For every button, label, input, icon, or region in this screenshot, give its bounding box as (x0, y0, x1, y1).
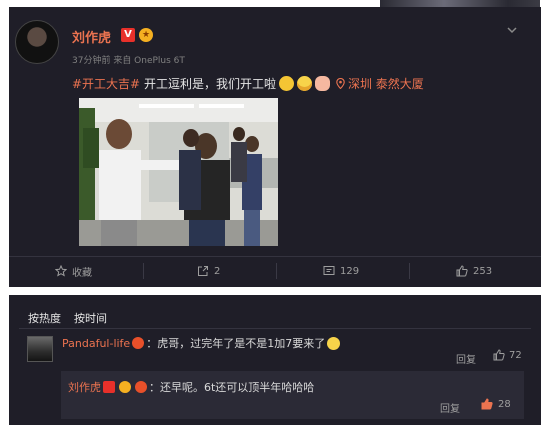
favorite-label: 收藏 (72, 267, 92, 279)
avatar[interactable] (27, 336, 53, 362)
thumbs-up-icon (493, 349, 505, 361)
thumbs-up-icon (481, 398, 493, 410)
star-icon (55, 265, 67, 277)
hashtag-link[interactable]: #开工大吉# (72, 77, 140, 91)
sub-reply-item: 刘作虎 ：还早呢。6t还可以顶半年哈哈哈 (68, 379, 314, 395)
chevron-down-icon[interactable] (506, 24, 518, 36)
like-count: 253 (473, 265, 493, 277)
emoji-icon (296, 76, 312, 91)
comment-count: 129 (340, 265, 360, 277)
divider (276, 263, 277, 279)
comment-like-button[interactable]: 72 (493, 349, 522, 361)
thumbs-up-icon (456, 265, 468, 277)
favorite-button[interactable]: 收藏 (55, 256, 92, 286)
badge-icon (132, 337, 145, 349)
sort-by-time-tab[interactable]: 按时间 (74, 310, 107, 326)
member-badge-icon (119, 381, 131, 393)
sub-reply-like-count: 28 (498, 398, 511, 410)
post-actions: 收藏 2 129 253 (9, 256, 541, 286)
sub-reply-username[interactable]: 刘作虎 (68, 381, 101, 394)
post-text: #开工大吉# 开工逗利是，我们开工啦 深圳 泰然大厦 (72, 75, 424, 92)
emoji-icon (314, 76, 330, 91)
comment-like-count: 72 (509, 349, 522, 361)
reply-button[interactable]: 回复 (456, 351, 476, 366)
sort-by-hot-tab[interactable]: 按热度 (28, 310, 61, 326)
location-pin-icon (336, 77, 345, 90)
like-button[interactable]: 253 (456, 256, 492, 286)
comment-icon (323, 266, 335, 275)
emoji-icon (327, 337, 341, 350)
share-icon (198, 266, 208, 276)
comment-username[interactable]: Pandaful-life (62, 337, 130, 350)
post-username[interactable]: 刘作虎 (72, 27, 111, 46)
post-body: 开工逗利是，我们开工啦 (140, 77, 276, 91)
location-link[interactable]: 深圳 泰然大厦 (336, 77, 424, 91)
divider (409, 263, 410, 279)
emoji-icon (278, 76, 294, 91)
comment-item: Pandaful-life ：虎哥，过完年了是不是1加7要来了 (62, 335, 341, 351)
badge-icon (135, 381, 147, 393)
sub-reply-like-button[interactable]: 28 (481, 398, 511, 410)
comment-button[interactable]: 129 (323, 256, 359, 286)
verified-icon: V (121, 28, 135, 42)
member-badge-icon: ★ (139, 28, 153, 42)
verified-icon (103, 381, 115, 393)
comment-text: ：虎哥，过完年了是不是1加7要来了 (146, 337, 326, 350)
share-button[interactable]: 2 (197, 256, 220, 286)
sub-reply-text: ：还早呢。6t还可以顶半年哈哈哈 (149, 381, 315, 394)
post-photo[interactable] (79, 98, 278, 246)
divider (143, 263, 144, 279)
avatar[interactable] (15, 20, 59, 64)
post-meta: 37分钟前 来自 OnePlus 6T (72, 56, 185, 66)
share-count: 2 (214, 265, 221, 277)
divider (19, 328, 531, 329)
reply-button[interactable]: 回复 (440, 400, 460, 415)
location-text: 深圳 泰然大厦 (347, 77, 424, 91)
